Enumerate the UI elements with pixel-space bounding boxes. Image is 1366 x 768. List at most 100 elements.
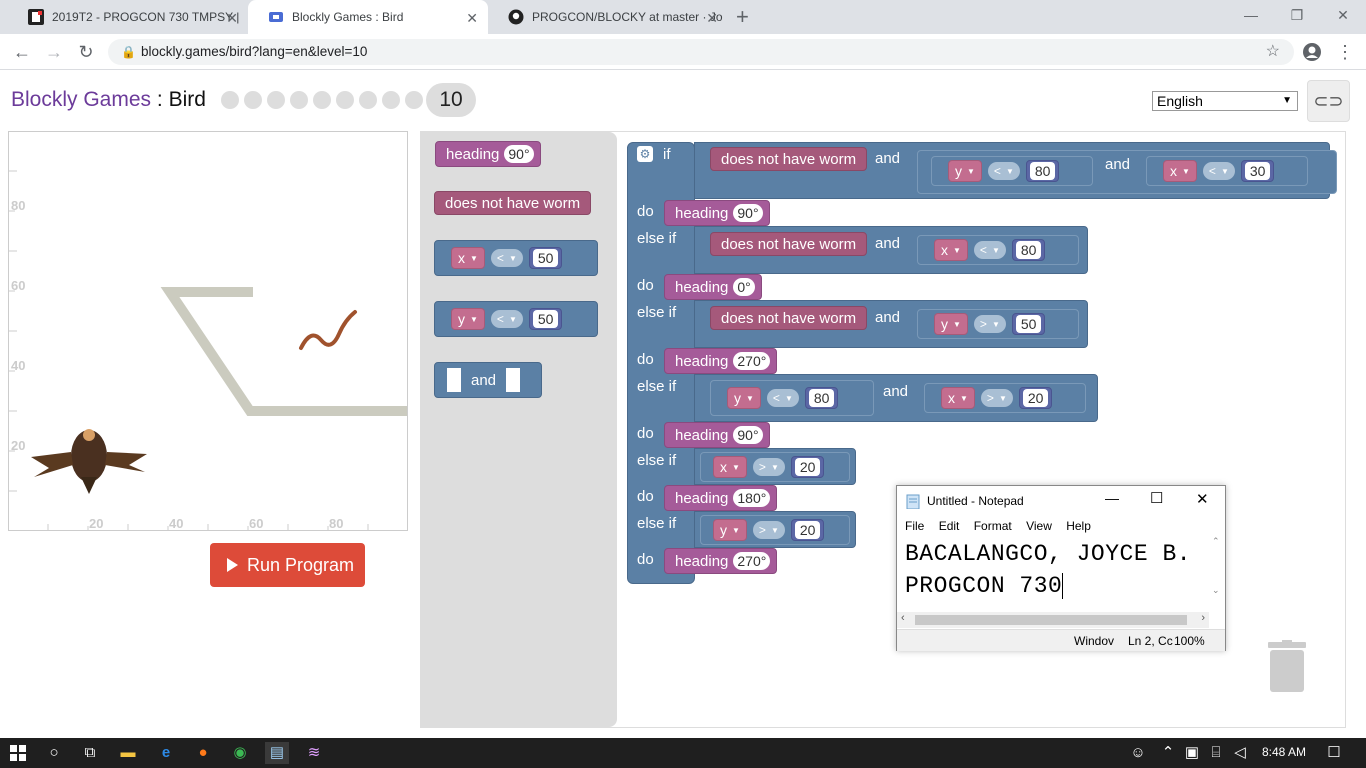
number-field[interactable]: 80 [1029, 162, 1056, 180]
current-level-badge[interactable]: 10 [426, 83, 476, 117]
toolbox-heading-block[interactable]: heading 90° [435, 141, 541, 167]
profile-icon[interactable] [1302, 42, 1322, 62]
worm-condition[interactable]: does not have worm [710, 306, 868, 330]
tab-github[interactable]: PROGCON/BLOCKY at master · Jo ✕ [488, 0, 728, 34]
level-dot[interactable] [313, 91, 331, 109]
compare-block[interactable]: x ▼ > ▼ 20 [700, 452, 850, 482]
back-arrow-icon[interactable]: ← [8, 38, 36, 66]
app-name-link[interactable]: Blockly Games [11, 88, 151, 111]
angle-field[interactable]: 180° [733, 489, 771, 507]
number-block[interactable]: 20 [790, 456, 825, 478]
gear-icon[interactable]: ⚙ [637, 146, 653, 162]
volume-icon[interactable]: ◁ [1228, 742, 1252, 764]
number-field[interactable]: 30 [1244, 162, 1271, 180]
number-block[interactable]: 30 [1240, 160, 1275, 182]
toolbox-and-block[interactable]: and [434, 362, 542, 398]
variable-dropdown[interactable]: y ▼ [451, 308, 485, 330]
heading-block[interactable]: heading 180° [664, 485, 778, 511]
number-field[interactable]: 50 [1015, 315, 1042, 333]
variable-dropdown[interactable]: x ▼ [941, 387, 975, 409]
number-block[interactable]: 50 [1011, 313, 1046, 335]
edge-icon[interactable]: e [154, 742, 178, 764]
address-bar[interactable]: 🔒 blockly.games/bird?lang=en&level=10 ☆ [108, 39, 1294, 65]
number-block[interactable]: 80 [1011, 239, 1046, 261]
number-block[interactable]: 80 [1025, 160, 1060, 182]
operator-dropdown[interactable]: < ▼ [1202, 162, 1235, 180]
toolbox-compare-y-block[interactable]: y ▼ < ▼ 50 [434, 301, 598, 337]
close-tab-icon[interactable]: ✕ [226, 10, 238, 27]
run-program-button[interactable]: Run Program [210, 543, 365, 587]
tab-blockly[interactable]: Blockly Games : Bird ✕ [248, 0, 488, 34]
compare-block[interactable]: y ▼ < ▼ 80 [710, 380, 874, 416]
menu-format[interactable]: Format [974, 519, 1012, 533]
close-tab-icon[interactable]: ✕ [706, 10, 718, 27]
compare-block[interactable]: y ▼ < ▼ 80 [931, 156, 1093, 186]
minimize-icon[interactable]: — [1105, 490, 1119, 506]
menu-file[interactable]: File [905, 519, 924, 533]
worm-condition[interactable]: does not have worm [710, 232, 868, 256]
level-dot[interactable] [221, 91, 239, 109]
compare-block[interactable]: y ▼ > ▼ 50 [917, 309, 1079, 339]
level-dot[interactable] [405, 91, 423, 109]
number-block[interactable]: 20 [790, 519, 825, 541]
operator-dropdown[interactable]: > ▼ [980, 389, 1013, 407]
number-field[interactable]: 20 [794, 521, 821, 539]
variable-dropdown[interactable]: y ▼ [934, 313, 968, 335]
windows-start-icon[interactable] [10, 745, 26, 761]
heading-block[interactable]: heading 270° [664, 348, 778, 374]
app-taskbar-icon[interactable]: ≋ [302, 742, 326, 764]
angle-field[interactable]: 0° [733, 278, 755, 296]
task-view-icon[interactable]: ⧉ [78, 742, 102, 764]
angle-field[interactable]: 90° [504, 145, 534, 163]
operator-dropdown[interactable]: > ▼ [973, 315, 1006, 333]
variable-dropdown[interactable]: x ▼ [451, 247, 485, 269]
variable-dropdown[interactable]: x ▼ [1163, 160, 1197, 182]
forward-arrow-icon[interactable]: → [40, 38, 68, 66]
tab-progcon[interactable]: 2019T2 - PROGCON 730 TMPSY | ✕ [8, 0, 248, 34]
level-dot[interactable] [359, 91, 377, 109]
close-window-icon[interactable]: ✕ [1320, 0, 1366, 30]
angle-field[interactable]: 90° [733, 204, 763, 222]
minimize-window-icon[interactable]: — [1228, 0, 1274, 30]
notifications-icon[interactable]: ☐ [1322, 742, 1346, 764]
number-field[interactable]: 80 [808, 389, 835, 407]
maximize-icon[interactable]: ☐ [1150, 489, 1163, 507]
notepad-taskbar-icon[interactable]: ▤ [265, 742, 289, 764]
search-icon[interactable]: ○ [42, 742, 66, 764]
toolbox-compare-x-block[interactable]: x ▼ < ▼ 50 [434, 240, 598, 276]
angle-field[interactable]: 90° [733, 426, 763, 444]
heading-block[interactable]: heading 0° [664, 274, 762, 300]
operator-dropdown[interactable]: < ▼ [973, 241, 1006, 259]
menu-view[interactable]: View [1026, 519, 1052, 533]
operator-dropdown[interactable]: < ▼ [490, 249, 523, 267]
operator-dropdown[interactable]: > ▼ [752, 458, 785, 476]
angle-field[interactable]: 270° [733, 352, 771, 370]
number-field[interactable]: 50 [532, 310, 559, 328]
number-block[interactable]: 50 [528, 247, 563, 269]
compare-block[interactable]: x ▼ > ▼ 20 [924, 383, 1086, 413]
heading-block[interactable]: heading 270° [664, 548, 778, 574]
people-icon[interactable]: ☺ [1126, 742, 1150, 764]
number-field[interactable]: 80 [1015, 241, 1042, 259]
reload-icon[interactable]: ↻ [72, 38, 100, 66]
security-icon[interactable]: ▣ [1180, 742, 1204, 764]
angle-field[interactable]: 270° [733, 552, 771, 570]
menu-edit[interactable]: Edit [939, 519, 960, 533]
heading-block[interactable]: heading 90° [664, 422, 770, 448]
notepad-window[interactable]: Untitled - Notepad — ☐ ✕ File Edit Forma… [896, 485, 1226, 651]
level-dot[interactable] [382, 91, 400, 109]
new-tab-button[interactable]: + [736, 4, 749, 30]
level-dot[interactable] [290, 91, 308, 109]
operator-dropdown[interactable]: < ▼ [490, 310, 523, 328]
number-field[interactable]: 50 [532, 249, 559, 267]
level-dot[interactable] [267, 91, 285, 109]
bookmark-star-icon[interactable]: ☆ [1266, 39, 1280, 65]
level-dot[interactable] [244, 91, 262, 109]
firefox-icon[interactable]: ● [191, 742, 215, 764]
number-block[interactable]: 80 [804, 387, 839, 409]
browser-menu-icon[interactable]: ⋮ [1336, 42, 1354, 62]
chrome-icon[interactable]: ◉ [228, 742, 252, 764]
compare-block[interactable]: x ▼ < ▼ 80 [917, 235, 1079, 265]
heading-block[interactable]: heading 90° [664, 200, 770, 226]
worm-condition[interactable]: does not have worm [710, 147, 868, 171]
